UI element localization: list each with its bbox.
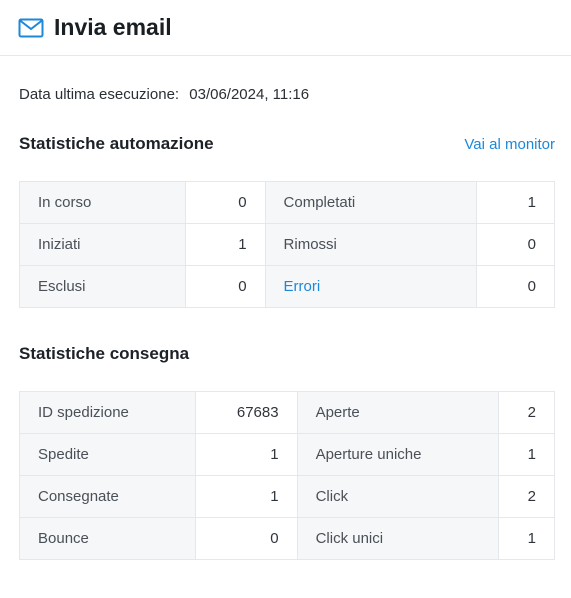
- stat-label-click-unici: Click unici: [296, 517, 500, 560]
- last-run-info: Data ultima esecuzione: 03/06/2024, 11:1…: [19, 86, 309, 103]
- delivery-section-header: Statistiche consegna: [19, 344, 555, 364]
- table-row: In corso 0 Completati 1: [19, 181, 555, 224]
- stat-value-click-unici: 1: [498, 517, 555, 560]
- stat-label-iniziati: Iniziati: [19, 223, 186, 266]
- stat-label-aperte: Aperte: [296, 391, 500, 434]
- stat-value-bounce: 0: [194, 517, 298, 560]
- stat-label-in-corso: In corso: [19, 181, 186, 224]
- automation-stats-table: In corso 0 Completati 1 Iniziati 1 Rimos…: [19, 181, 555, 308]
- last-run-label: Data ultima esecuzione:: [19, 86, 180, 103]
- stat-label-completati: Completati: [264, 181, 478, 224]
- last-run-value: 03/06/2024, 11:16: [189, 86, 310, 103]
- automation-section-header: Statistiche automazione Vai al monitor: [19, 134, 555, 154]
- stat-label-aperture-uniche: Aperture uniche: [296, 433, 500, 476]
- stat-label-id-spedizione: ID spedizione: [19, 391, 196, 434]
- stat-label-rimossi: Rimossi: [264, 223, 478, 266]
- stat-value-errori: 0: [476, 265, 555, 308]
- stat-value-aperture-uniche: 1: [498, 433, 555, 476]
- stat-label-consegnate: Consegnate: [19, 475, 196, 518]
- monitor-link[interactable]: Vai al monitor: [464, 136, 555, 153]
- stat-label-bounce: Bounce: [19, 517, 196, 560]
- page-header: Invia email: [0, 0, 571, 56]
- stat-value-click: 2: [498, 475, 555, 518]
- stat-value-completati: 1: [476, 181, 555, 224]
- stat-value-spedite: 1: [194, 433, 298, 476]
- table-row: Spedite 1 Aperture uniche 1: [19, 433, 555, 476]
- stat-value-iniziati: 1: [184, 223, 266, 266]
- envelope-icon: [18, 18, 44, 38]
- table-row: Bounce 0 Click unici 1: [19, 517, 555, 560]
- stat-label-esclusi: Esclusi: [19, 265, 186, 308]
- delivery-stats-table: ID spedizione 67683 Aperte 2 Spedite 1 A…: [19, 391, 555, 560]
- table-row: Esclusi 0 Errori 0: [19, 265, 555, 308]
- stat-value-rimossi: 0: [476, 223, 555, 266]
- stat-value-aperte: 2: [498, 391, 555, 434]
- table-row: ID spedizione 67683 Aperte 2: [19, 391, 555, 434]
- stat-label-spedite: Spedite: [19, 433, 196, 476]
- page-title: Invia email: [54, 14, 172, 40]
- stat-label-click: Click: [296, 475, 500, 518]
- stat-value-esclusi: 0: [184, 265, 266, 308]
- stat-link-errori[interactable]: Errori: [264, 265, 478, 308]
- table-row: Consegnate 1 Click 2: [19, 475, 555, 518]
- table-row: Iniziati 1 Rimossi 0: [19, 223, 555, 266]
- delivery-section-title: Statistiche consegna: [19, 344, 190, 363]
- automation-section-title: Statistiche automazione: [19, 134, 214, 153]
- stat-value-id-spedizione: 67683: [194, 391, 298, 434]
- stat-value-consegnate: 1: [194, 475, 298, 518]
- stat-value-in-corso: 0: [184, 181, 266, 224]
